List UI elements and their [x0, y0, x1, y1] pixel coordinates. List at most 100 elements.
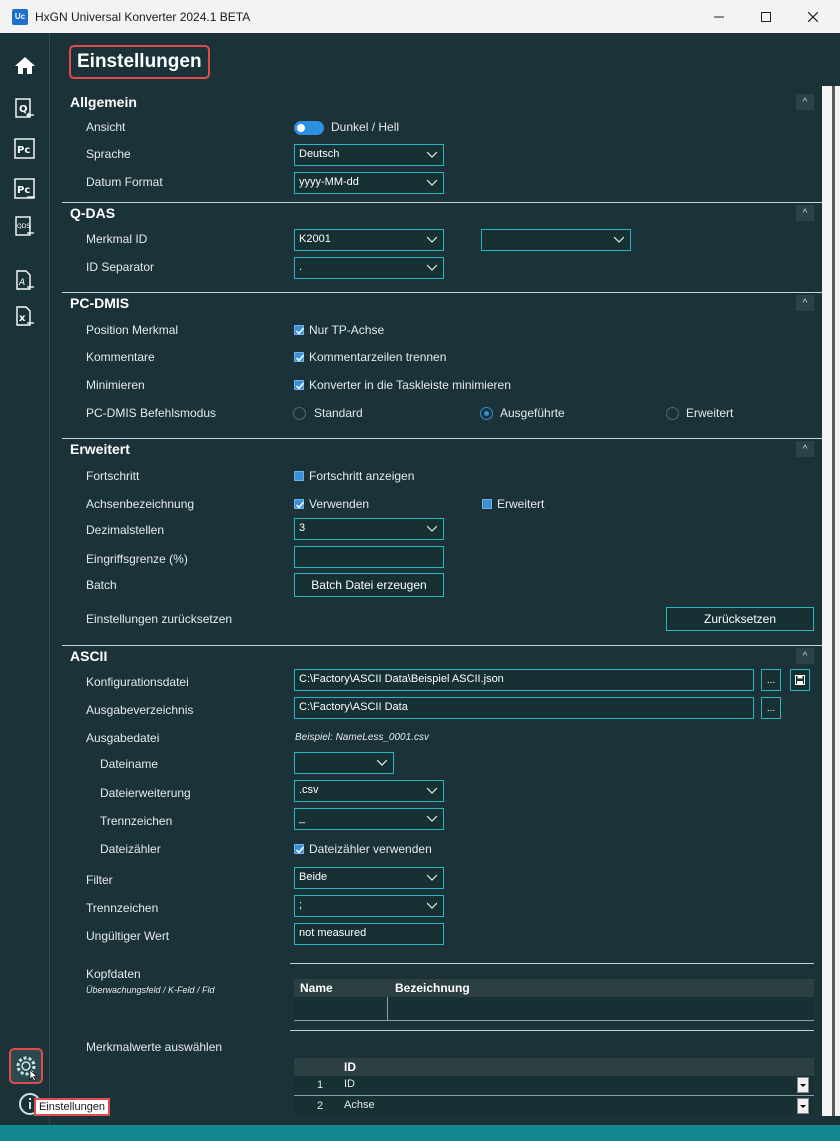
row-dateizaehler: Dateizähler Dateizähler verwenden [62, 839, 822, 861]
svg-text:Q: Q [19, 104, 28, 115]
nav-pc-export-button[interactable]: Pc [11, 175, 39, 203]
chevron-down-icon [800, 1084, 806, 1087]
table-row-value[interactable]: Achse [344, 1099, 375, 1111]
collapse-allgemein-button[interactable]: ^ [796, 94, 814, 110]
nav-qds-button[interactable]: QDS [11, 213, 39, 241]
radio-ausgefuehrte[interactable] [480, 407, 493, 420]
id-separator-select[interactable]: . [294, 257, 444, 279]
vertical-scrollbar[interactable] [832, 86, 835, 1116]
minimize-taskbar-checkbox[interactable] [294, 380, 305, 390]
radio-erweitert[interactable] [666, 407, 679, 420]
column-header-bezeichnung: Bezeichnung [395, 981, 470, 995]
section-divider [62, 645, 822, 646]
merkmalwerte-table[interactable]: ID 1 ID 2 Achse [294, 1058, 814, 1114]
fortschritt-checkbox[interactable] [294, 471, 304, 481]
eingriffsgrenze-input[interactable] [294, 546, 444, 568]
radio-ausgefuehrte-label: Ausgeführte [500, 406, 565, 420]
batch-datei-erzeugen-button[interactable]: Batch Datei erzeugen [294, 573, 444, 597]
section-title: Allgemein [70, 94, 137, 110]
section-title: PC-DMIS [70, 295, 130, 311]
table-row-value[interactable]: ID [344, 1078, 355, 1090]
ungueltiger-wert-input[interactable]: not measured [294, 923, 444, 945]
dezimalstellen-value: 3 [299, 522, 306, 534]
dezimalstellen-select[interactable]: 3 [294, 518, 444, 540]
kopfdaten-table[interactable]: Name Bezeichnung [294, 979, 814, 1021]
table-row-number: 1 [317, 1079, 324, 1091]
nav-x-file-button[interactable]: x [11, 303, 39, 331]
row-reset: Einstellungen zurücksetzen Zurücksetzen [62, 607, 822, 631]
trennzeichen-label: Trennzeichen [86, 901, 159, 915]
svg-text:Pc: Pc [17, 145, 30, 156]
language-value: Deutsch [299, 148, 340, 160]
theme-toggle[interactable] [294, 121, 324, 135]
nur-tp-achse-checkbox[interactable] [294, 325, 305, 335]
kommentarzeilen-checkbox[interactable] [294, 352, 305, 362]
table-row-divider [294, 1095, 814, 1096]
merkmal-id-secondary-select[interactable] [481, 229, 631, 251]
collapse-qdas-button[interactable]: ^ [796, 205, 814, 221]
section-divider [62, 438, 822, 439]
nav-pc-button[interactable]: Pc [11, 135, 39, 163]
konfigurationsdatei-label: Konfigurationsdatei [86, 675, 189, 689]
save-config-button[interactable] [790, 669, 810, 691]
svg-text:Pc: Pc [17, 185, 30, 196]
ungueltiger-wert-label: Ungültiger Wert [86, 929, 170, 943]
verwenden-checkbox[interactable] [294, 499, 305, 509]
row-trennzeichen-datei: Trennzeichen _ [62, 808, 822, 830]
row-minimieren: Minimieren Konverter in die Taskleiste m… [62, 375, 822, 397]
dateierweiterung-select[interactable]: .csv [294, 780, 444, 802]
nav-settings-button[interactable] [9, 1048, 43, 1084]
close-icon [808, 11, 818, 22]
collapse-erweitert-button[interactable]: ^ [796, 441, 814, 457]
konfigurationsdatei-browse-button[interactable]: ... [761, 669, 781, 691]
language-select[interactable]: Deutsch [294, 144, 444, 166]
kopfdaten-sub-label: Überwachungsfeld / K-Feld / Fld [86, 985, 215, 995]
row-dropdown-button[interactable] [797, 1098, 809, 1114]
zuruecksetzen-button[interactable]: Zurücksetzen [666, 607, 814, 631]
collapse-ascii-button[interactable]: ^ [796, 648, 814, 664]
nav-home-button[interactable] [11, 51, 39, 79]
row-merkmalwerte: Merkmalwerte auswählen [62, 1037, 822, 1059]
theme-toggle-label: Dunkel / Hell [331, 120, 400, 134]
ausgabeverzeichnis-input[interactable]: C:\Factory\ASCII Data [294, 697, 754, 719]
minimieren-label: Minimieren [86, 378, 145, 392]
merkmal-id-value: K2001 [299, 233, 331, 245]
date-format-select[interactable]: yyyy-MM-dd [294, 172, 444, 194]
minimize-button[interactable] [696, 0, 742, 33]
checkmark-icon [295, 501, 305, 509]
dateizaehler-checkbox[interactable] [294, 844, 305, 854]
maximize-button[interactable] [743, 0, 789, 33]
ausgabeverzeichnis-browse-button[interactable]: ... [761, 697, 781, 719]
row-eingriffsgrenze: Eingriffsgrenze (%) [62, 546, 822, 568]
ausgabeverzeichnis-label: Ausgabeverzeichnis [86, 703, 194, 717]
radio-standard[interactable] [293, 407, 306, 420]
status-bar [0, 1125, 840, 1141]
x-file-icon: x [16, 306, 34, 326]
dateiname-select[interactable] [294, 752, 394, 774]
table-header [294, 979, 814, 997]
close-button[interactable] [790, 0, 836, 33]
trennzeichen-datei-select[interactable]: _ [294, 808, 444, 830]
nav-qdas-import-button[interactable]: Q [11, 95, 39, 123]
nav-a-file-button[interactable]: A [11, 267, 39, 295]
window-title: HxGN Universal Konverter 2024.1 BETA [35, 9, 251, 24]
svg-text:A: A [18, 278, 25, 288]
collapse-pcdmis-button[interactable]: ^ [796, 295, 814, 311]
nur-tp-achse-label: Nur TP-Achse [309, 323, 385, 337]
merkmalwerte-label: Merkmalwerte auswählen [86, 1040, 223, 1054]
row-befehlsmodus: PC-DMIS Befehlsmodus Standard Ausgeführt… [62, 403, 822, 425]
filter-select[interactable]: Beide [294, 867, 444, 889]
gear-icon [16, 1056, 38, 1082]
merkmal-id-select[interactable]: K2001 [294, 229, 444, 251]
row-dezimalstellen: Dezimalstellen 3 [62, 518, 822, 540]
row-filter: Filter Beide [62, 867, 822, 889]
section-divider [62, 202, 822, 203]
row-dropdown-button[interactable] [797, 1077, 809, 1093]
fortschritt-label: Fortschritt [86, 469, 140, 483]
row-achsenbezeichnung: Achsenbezeichnung Verwenden Erweitert [62, 494, 822, 516]
konfigurationsdatei-input[interactable]: C:\Factory\ASCII Data\Beispiel ASCII.jso… [294, 669, 754, 691]
achsen-erweitert-checkbox[interactable] [482, 499, 492, 509]
row-id-separator: ID Separator . [62, 257, 822, 279]
table-column-divider [387, 997, 388, 1021]
trennzeichen-select[interactable]: ; [294, 895, 444, 917]
